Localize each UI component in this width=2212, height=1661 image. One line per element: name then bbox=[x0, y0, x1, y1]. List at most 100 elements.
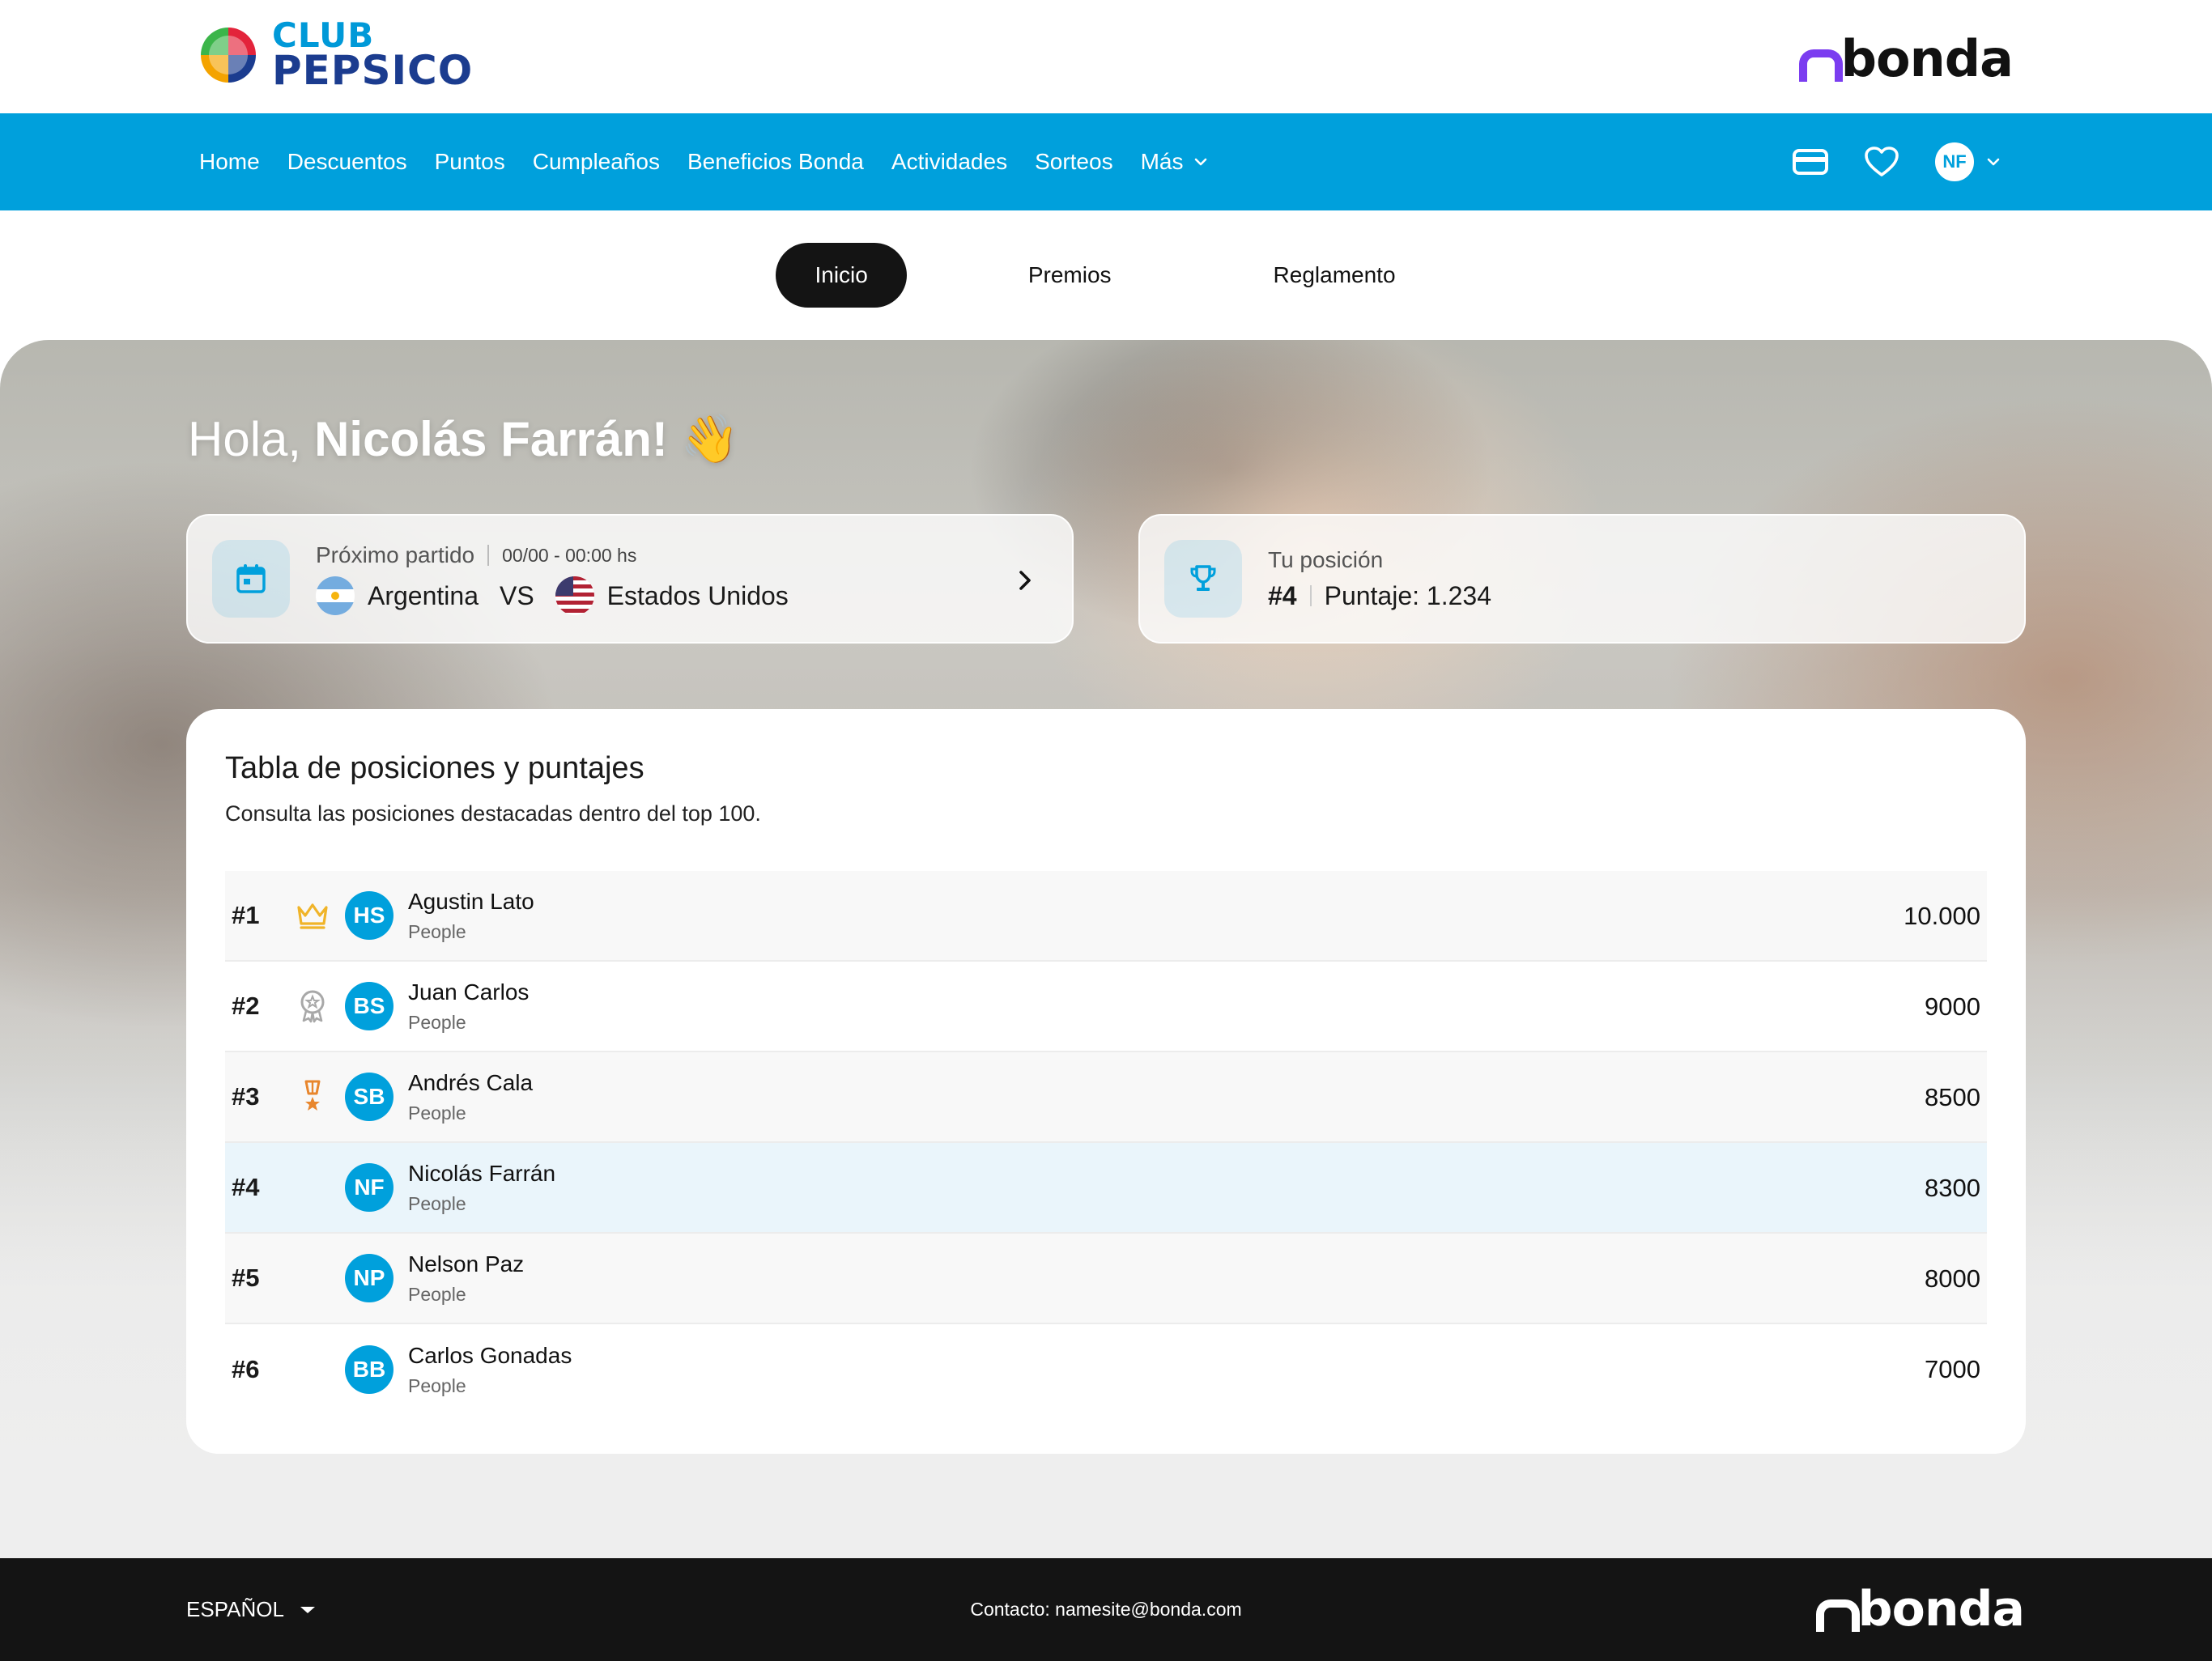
nav-item-home[interactable]: Home bbox=[199, 149, 260, 175]
language-selector[interactable]: ESPAÑOL bbox=[186, 1558, 317, 1661]
tab-premios[interactable]: Premios bbox=[988, 243, 1152, 308]
nav-links: Home Descuentos Puntos Cumpleaños Benefi… bbox=[199, 113, 1209, 210]
user-menu[interactable]: NF bbox=[1935, 142, 2001, 181]
nav-item-cumpleanos[interactable]: Cumpleaños bbox=[533, 149, 660, 175]
my-position-info: Tu posición #4 Puntaje: 1.234 bbox=[1268, 547, 1491, 611]
nav-item-actividades[interactable]: Actividades bbox=[891, 149, 1007, 175]
leaderboard-panel: Tabla de posiciones y puntajes Consulta … bbox=[186, 709, 2026, 1454]
row-rank: #2 bbox=[232, 992, 260, 1020]
pepsico-globe-icon bbox=[201, 27, 256, 83]
avatar: SB bbox=[345, 1073, 393, 1121]
nav-item-sorteos[interactable]: Sorteos bbox=[1035, 149, 1113, 175]
avatar: BB bbox=[345, 1345, 393, 1394]
avatar: NF bbox=[345, 1163, 393, 1212]
avatar: NP bbox=[345, 1254, 393, 1302]
club-logo-line2: PEPSICO bbox=[272, 46, 474, 94]
nav-item-beneficios-bonda[interactable]: Beneficios Bonda bbox=[687, 149, 864, 175]
nav-item-mas-label: Más bbox=[1140, 149, 1184, 174]
leaderboard-table: #1 HS Agustin Lato People 10.000 #2 BS J… bbox=[225, 871, 1987, 1415]
row-score: 8500 bbox=[1925, 1083, 1980, 1111]
bonda-logo[interactable]: bonda bbox=[1798, 29, 2014, 88]
caret-down-icon bbox=[300, 1606, 315, 1613]
row-org: People bbox=[408, 1011, 466, 1033]
divider bbox=[487, 545, 490, 566]
row-org: People bbox=[408, 1283, 466, 1305]
heart-icon[interactable] bbox=[1864, 146, 1899, 178]
avatar: HS bbox=[345, 891, 393, 940]
row-person: Nelson Paz People bbox=[408, 1251, 524, 1306]
row-name: Andrés Cala bbox=[408, 1069, 534, 1095]
next-match-header: Próximo partido 00/00 - 00:00 hs bbox=[316, 542, 789, 568]
table-row[interactable]: #6 BB Carlos Gonadas People 7000 bbox=[225, 1324, 1987, 1415]
leaderboard-subtitle: Consulta las posiciones destacadas dentr… bbox=[225, 801, 761, 826]
row-score: 10.000 bbox=[1904, 902, 1980, 930]
table-row-current-user[interactable]: #4 NF Nicolás Farrán People 8300 bbox=[225, 1143, 1987, 1234]
table-row[interactable]: #1 HS Agustin Lato People 10.000 bbox=[225, 871, 1987, 962]
bonda-wordmark: bonda bbox=[1857, 1581, 2025, 1638]
greeting-name: Nicolás Farrán! bbox=[314, 412, 668, 466]
my-position-score: Puntaje: 1.234 bbox=[1324, 580, 1491, 610]
row-person: Juan Carlos People bbox=[408, 979, 529, 1034]
nav-item-puntos[interactable]: Puntos bbox=[435, 149, 505, 175]
nav-item-mas[interactable]: Más bbox=[1141, 149, 1210, 175]
divider bbox=[1309, 585, 1312, 606]
row-person: Nicolás Farrán People bbox=[408, 1161, 555, 1215]
club-pepsico-logo[interactable]: CLUB PEPSICO bbox=[201, 19, 474, 94]
row-person: Carlos Gonadas People bbox=[408, 1343, 572, 1397]
my-position-rank: #4 bbox=[1268, 580, 1297, 610]
team-b-name: Estados Unidos bbox=[606, 580, 789, 610]
row-org: People bbox=[408, 1374, 466, 1396]
footer-bonda-logo[interactable]: bonda bbox=[1815, 1581, 2025, 1638]
row-score: 7000 bbox=[1925, 1355, 1980, 1383]
wallet-icon[interactable] bbox=[1793, 147, 1828, 176]
hero-section: Hola, Nicolás Farrán! 👋 Próximo partido … bbox=[0, 340, 2212, 1558]
next-match-card[interactable]: Próximo partido 00/00 - 00:00 hs Argenti… bbox=[186, 514, 1074, 644]
nav-item-descuentos[interactable]: Descuentos bbox=[287, 149, 407, 175]
calendar-icon bbox=[212, 540, 290, 618]
bonda-mark-icon bbox=[1815, 1599, 1860, 1632]
row-rank: #5 bbox=[232, 1264, 260, 1292]
versus-label: VS bbox=[499, 580, 534, 610]
team-a-name: Argentina bbox=[368, 580, 479, 610]
greeting: Hola, Nicolás Farrán! 👋 bbox=[188, 411, 739, 467]
trophy-icon bbox=[1164, 540, 1242, 618]
row-name: Nelson Paz bbox=[408, 1251, 525, 1277]
bonda-wordmark: bonda bbox=[1840, 29, 2014, 88]
row-name: Juan Carlos bbox=[408, 979, 530, 1005]
top-header: CLUB PEPSICO bonda bbox=[0, 0, 2212, 113]
next-match-teams: Argentina VS Estados Unidos bbox=[316, 576, 789, 615]
row-name: Nicolás Farrán bbox=[408, 1160, 556, 1186]
next-match-datetime: 00/00 - 00:00 hs bbox=[502, 544, 637, 566]
table-row[interactable]: #5 NP Nelson Paz People 8000 bbox=[225, 1234, 1987, 1324]
bonda-mark-icon bbox=[1798, 49, 1843, 82]
table-row[interactable]: #2 BS Juan Carlos People 9000 bbox=[225, 962, 1987, 1052]
row-org: People bbox=[408, 1102, 466, 1124]
next-match-info: Próximo partido 00/00 - 00:00 hs Argenti… bbox=[316, 542, 789, 615]
row-name: Carlos Gonadas bbox=[408, 1342, 572, 1368]
tab-inicio[interactable]: Inicio bbox=[776, 243, 907, 308]
tab-reglamento[interactable]: Reglamento bbox=[1233, 243, 1436, 308]
table-row[interactable]: #3 SB Andrés Cala People 8500 bbox=[225, 1052, 1987, 1143]
user-avatar: NF bbox=[1935, 142, 1974, 181]
row-rank: #6 bbox=[232, 1355, 260, 1383]
my-position-label: Tu posición bbox=[1268, 546, 1384, 572]
row-name: Agustin Lato bbox=[408, 888, 534, 914]
crown-icon bbox=[283, 901, 342, 930]
club-logo-text: CLUB PEPSICO bbox=[272, 19, 474, 94]
row-person: Andrés Cala People bbox=[408, 1070, 533, 1124]
row-rank: #3 bbox=[232, 1082, 260, 1111]
chevron-right-icon[interactable] bbox=[1010, 566, 1040, 595]
greeting-prefix: Hola, bbox=[188, 412, 302, 466]
avatar: BS bbox=[345, 982, 393, 1030]
row-score: 9000 bbox=[1925, 992, 1980, 1021]
section-tabs: Inicio Premios Reglamento bbox=[0, 243, 2212, 308]
footer: Contacto: namesite@bonda.com ESPAÑOL bon… bbox=[0, 1558, 2212, 1661]
my-position-card: Tu posición #4 Puntaje: 1.234 bbox=[1138, 514, 2026, 644]
chevron-down-icon bbox=[1987, 158, 2000, 166]
row-org: People bbox=[408, 1192, 466, 1214]
language-label: ESPAÑOL bbox=[186, 1597, 284, 1621]
nav-actions: NF bbox=[1793, 113, 2001, 210]
argentina-flag-icon bbox=[316, 576, 355, 615]
my-position-values: #4 Puntaje: 1.234 bbox=[1268, 581, 1491, 611]
bronze-medal-icon bbox=[283, 1079, 342, 1115]
